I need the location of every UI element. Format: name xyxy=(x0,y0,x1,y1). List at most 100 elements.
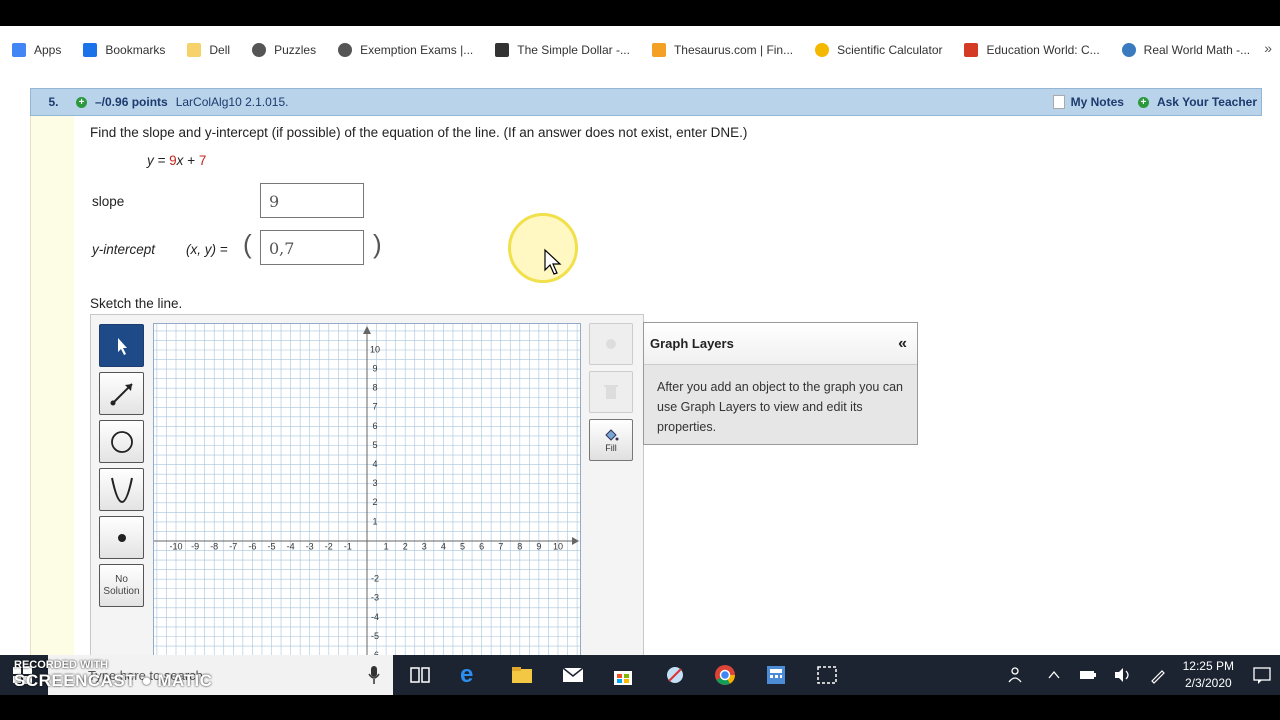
bookmark-item[interactable]: Dell xyxy=(187,42,231,57)
equation-const: 7 xyxy=(198,153,207,168)
snipping-tool-icon[interactable] xyxy=(663,663,687,687)
bookmark-item[interactable]: The Simple Dollar -... xyxy=(495,42,630,57)
my-notes-link[interactable]: My Notes xyxy=(1071,95,1124,109)
y-tick-label: 3 xyxy=(372,478,377,488)
y-tick-label: 4 xyxy=(372,459,377,469)
people-icon[interactable] xyxy=(1007,665,1027,685)
bookmark-item[interactable]: Education World: C... xyxy=(964,42,1100,57)
y-tick-label: 1 xyxy=(372,516,377,526)
ask-teacher-link[interactable]: Ask Your Teacher xyxy=(1157,95,1257,109)
bookmark-label: Scientific Calculator xyxy=(837,42,943,57)
battery-icon[interactable] xyxy=(1079,668,1097,682)
collapse-icon[interactable]: « xyxy=(898,335,907,353)
question-number: 5. xyxy=(48,95,59,109)
yint-input[interactable]: 0,7 xyxy=(260,230,364,265)
y-tick-label: -5 xyxy=(371,631,379,641)
edge-icon[interactable]: e xyxy=(460,663,484,687)
coordinate-plane: -10 -9 -8 -7 -6 -5 -4 -3 -2 -1 1 2 3 4 5 6 7 8 9 10 10 9 8 7 6 5 4… xyxy=(154,324,580,655)
microphone-icon[interactable] xyxy=(367,665,381,685)
browser-top-bar xyxy=(0,0,1280,26)
bookmark-item[interactable]: Scientific Calculator xyxy=(815,42,943,57)
y-axis-arrow xyxy=(363,326,371,334)
y-tick-label: 2 xyxy=(372,497,377,507)
thesaurus-icon xyxy=(651,42,666,57)
file-explorer-icon[interactable] xyxy=(510,663,534,687)
parabola-tool-button[interactable] xyxy=(99,468,144,511)
x-tick-label: 8 xyxy=(517,541,522,551)
graph-layers-description: After you add an object to the graph you… xyxy=(657,380,904,434)
bookmark-item[interactable]: Bookmarks xyxy=(83,42,165,57)
graph-grid[interactable]: -10 -9 -8 -7 -6 -5 -4 -3 -2 -1 1 2 3 4 5 6 7 8 9 10 10 9 8 7 6 5 4… xyxy=(153,323,581,655)
globe-icon xyxy=(338,42,353,57)
parabola-icon xyxy=(110,477,133,503)
x-tick-label: -1 xyxy=(344,541,352,551)
x-tick-label: -5 xyxy=(267,541,275,551)
bookmark-item[interactable]: Thesaurus.com | Fin... xyxy=(651,42,793,57)
x-tick-label: -7 xyxy=(229,541,237,551)
question-header: 5. + –/0.96 points LarColAlg10 2.1.015. … xyxy=(30,88,1262,116)
x-tick-label: -3 xyxy=(306,541,314,551)
mail-icon[interactable] xyxy=(561,663,585,687)
x-tick-label: -6 xyxy=(248,541,256,551)
notifications-icon[interactable] xyxy=(1252,666,1272,684)
open-paren: ( xyxy=(243,229,252,259)
bookmark-item[interactable]: Exemption Exams |... xyxy=(338,42,473,57)
star-icon xyxy=(83,42,98,57)
y-tick-label: 9 xyxy=(372,363,377,373)
taskbar-clock[interactable]: 12:25 PM 2/3/2020 xyxy=(1183,658,1234,692)
close-paren: ) xyxy=(373,229,382,259)
volume-icon[interactable] xyxy=(1113,667,1133,683)
bookmark-label: Real World Math -... xyxy=(1143,42,1251,57)
y-tick-label: 10 xyxy=(370,344,380,354)
graph-tool-panel: No Solution -10 -9 -8 -7 -6 -5 -4 -3 -2 -1 1 2 3 4 5 6 7… xyxy=(90,314,644,655)
bookmark-label: The Simple Dollar -... xyxy=(517,42,630,57)
record-icon xyxy=(606,339,616,349)
circle-tool-button[interactable] xyxy=(99,420,144,463)
xy-label: (x, y) = xyxy=(186,242,228,257)
slope-input[interactable]: 9 xyxy=(260,183,364,218)
earth-icon xyxy=(1121,42,1136,57)
bookmark-label: Puzzles xyxy=(274,42,317,57)
chrome-icon[interactable] xyxy=(713,663,737,687)
x-tick-label: 5 xyxy=(460,541,465,551)
line-segment-icon xyxy=(110,382,133,405)
pen-icon[interactable] xyxy=(1149,666,1167,684)
sketch-label: Sketch the line. xyxy=(90,296,183,311)
graph-toolbar: No Solution xyxy=(99,324,144,612)
bookmarks-bar: Apps Bookmarks Dell Puzzles Exemption Exams … xyxy=(0,26,1280,73)
equation-var: x xyxy=(176,153,184,168)
bookmark-item[interactable]: Apps xyxy=(12,42,61,57)
delete-button xyxy=(589,371,633,413)
watermark-line2: SCREENCAST ● MATIC xyxy=(14,671,213,690)
screen-snip-icon[interactable] xyxy=(815,663,839,687)
x-tick-label: 9 xyxy=(536,541,541,551)
line-tool-button[interactable] xyxy=(99,372,144,415)
chevron-up-icon[interactable] xyxy=(1047,668,1061,682)
graph-side-buttons: Fill xyxy=(589,323,633,467)
bookmark-label: Dell xyxy=(209,42,231,57)
clock-time: 12:25 PM xyxy=(1182,659,1234,673)
more-bookmarks-icon[interactable]: » xyxy=(1264,40,1272,56)
no-solution-button[interactable]: No Solution xyxy=(99,564,144,607)
trash-icon xyxy=(604,385,618,399)
calculator-icon xyxy=(815,42,830,57)
point-tool-button[interactable] xyxy=(99,516,144,559)
bookmark-item[interactable]: Puzzles xyxy=(252,42,317,57)
mouse-pointer-icon xyxy=(544,248,562,275)
y-tick-label: -4 xyxy=(371,612,379,622)
notes-icon xyxy=(1052,95,1065,109)
x-tick-label: -2 xyxy=(325,541,333,551)
y-tick-label: 5 xyxy=(372,440,377,450)
calculator-app-icon[interactable] xyxy=(764,663,788,687)
fill-button[interactable]: Fill xyxy=(589,419,633,461)
ew-icon xyxy=(964,42,979,57)
task-view-icon[interactable] xyxy=(408,663,432,687)
x-tick-label: 6 xyxy=(479,541,484,551)
bookmark-item[interactable]: Real World Math -... xyxy=(1121,42,1251,57)
pointer-tool-button[interactable] xyxy=(99,324,144,367)
expand-icon[interactable]: + xyxy=(76,96,87,108)
store-icon[interactable] xyxy=(611,663,635,687)
x-tick-label: -9 xyxy=(191,541,199,551)
graph-layers-panel: Graph Layers « After you add an object t… xyxy=(643,322,918,445)
x-tick-label: 3 xyxy=(422,541,427,551)
